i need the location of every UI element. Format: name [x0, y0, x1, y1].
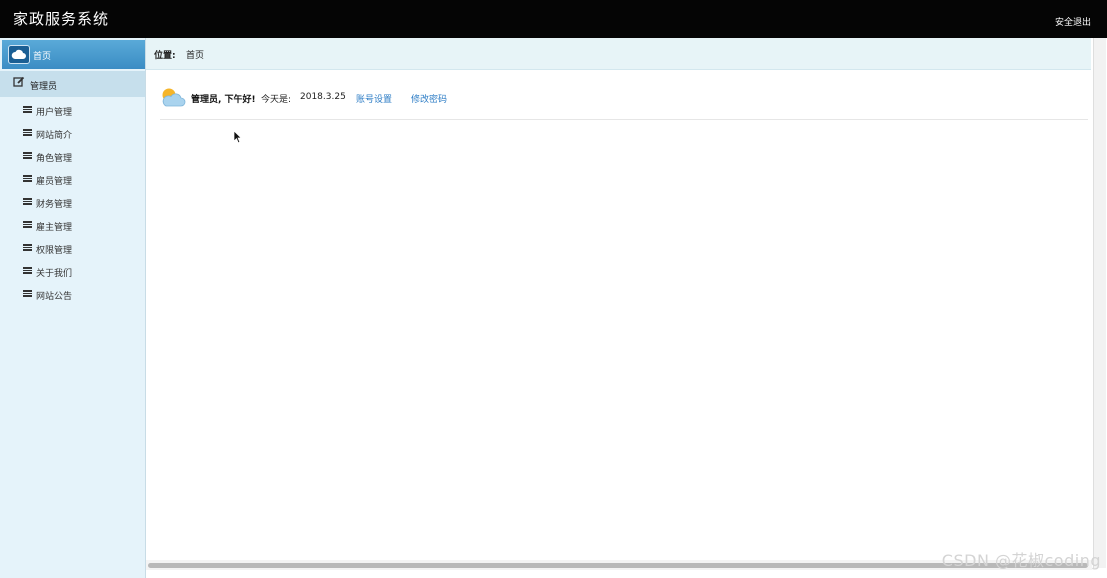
- sidebar-home-tab[interactable]: 首页: [2, 40, 145, 69]
- sidebar-item-label: 角色管理: [36, 154, 73, 164]
- breadcrumb: 位置: 首页: [146, 38, 1091, 70]
- sidebar-item-label: 雇主管理: [36, 223, 73, 233]
- sidebar-menu: 用户管理 网站简介 角色管理 雇员管理 财务管理 雇主管理 权限管理 关于我们: [0, 100, 145, 307]
- app-title: 家政服务系统: [13, 10, 110, 28]
- list-icon: [23, 175, 32, 182]
- sidebar: 首页 管理员 用户管理 网站简介 角色管理 雇员管理 财务管理 雇主管理 权限管…: [0, 38, 146, 578]
- sidebar-item-label: 财务管理: [36, 200, 73, 210]
- sidebar-item-label: 网站公告: [36, 292, 73, 302]
- watermark: CSDN @花椒coding: [941, 551, 1101, 570]
- today-date: 2018.3.25: [300, 92, 346, 102]
- sidebar-item-site-intro[interactable]: 网站简介: [0, 123, 145, 146]
- sidebar-item-employer[interactable]: 雇主管理: [0, 215, 145, 238]
- weather-icon: [160, 86, 186, 111]
- sidebar-item-employee[interactable]: 雇员管理: [0, 169, 145, 192]
- sidebar-item-permission[interactable]: 权限管理: [0, 238, 145, 261]
- list-icon: [23, 290, 32, 297]
- sidebar-item-label: 雇员管理: [36, 177, 73, 187]
- list-icon: [23, 129, 32, 136]
- today-label: 今天是:: [261, 95, 292, 105]
- top-bar: 家政服务系统 安全退出: [0, 0, 1107, 38]
- list-icon: [23, 106, 32, 113]
- mouse-cursor-icon: [233, 129, 243, 148]
- sidebar-item-label: 关于我们: [36, 269, 73, 279]
- sidebar-item-label: 用户管理: [36, 108, 73, 118]
- sidebar-home-label: 首页: [33, 52, 52, 62]
- edit-icon: [13, 76, 25, 91]
- sidebar-item-finance[interactable]: 财务管理: [0, 192, 145, 215]
- sidebar-item-role[interactable]: 角色管理: [0, 146, 145, 169]
- list-icon: [23, 198, 32, 205]
- sidebar-item-about[interactable]: 关于我们: [0, 261, 145, 284]
- list-icon: [23, 267, 32, 274]
- vertical-scrollbar[interactable]: [1093, 38, 1106, 568]
- breadcrumb-current[interactable]: 首页: [186, 48, 204, 61]
- cloud-icon: [8, 45, 30, 64]
- change-password-link[interactable]: 修改密码: [411, 92, 447, 105]
- sidebar-group-label: 管理员: [30, 82, 58, 92]
- list-icon: [23, 221, 32, 228]
- list-icon: [23, 152, 32, 159]
- sidebar-item-announcement[interactable]: 网站公告: [0, 284, 145, 307]
- welcome-bar: 管理员, 下午好! 今天是: 2018.3.25 账号设置 修改密码: [160, 85, 1088, 120]
- greeting-text: 管理员, 下午好!: [191, 95, 256, 105]
- sidebar-item-label: 网站简介: [36, 131, 73, 141]
- logout-link[interactable]: 安全退出: [1055, 15, 1091, 28]
- sidebar-group-admin[interactable]: 管理员: [0, 71, 145, 97]
- sidebar-item-label: 权限管理: [36, 246, 73, 256]
- breadcrumb-label: 位置:: [154, 51, 176, 61]
- sidebar-item-user[interactable]: 用户管理: [0, 100, 145, 123]
- list-icon: [23, 244, 32, 251]
- account-settings-link[interactable]: 账号设置: [356, 92, 392, 105]
